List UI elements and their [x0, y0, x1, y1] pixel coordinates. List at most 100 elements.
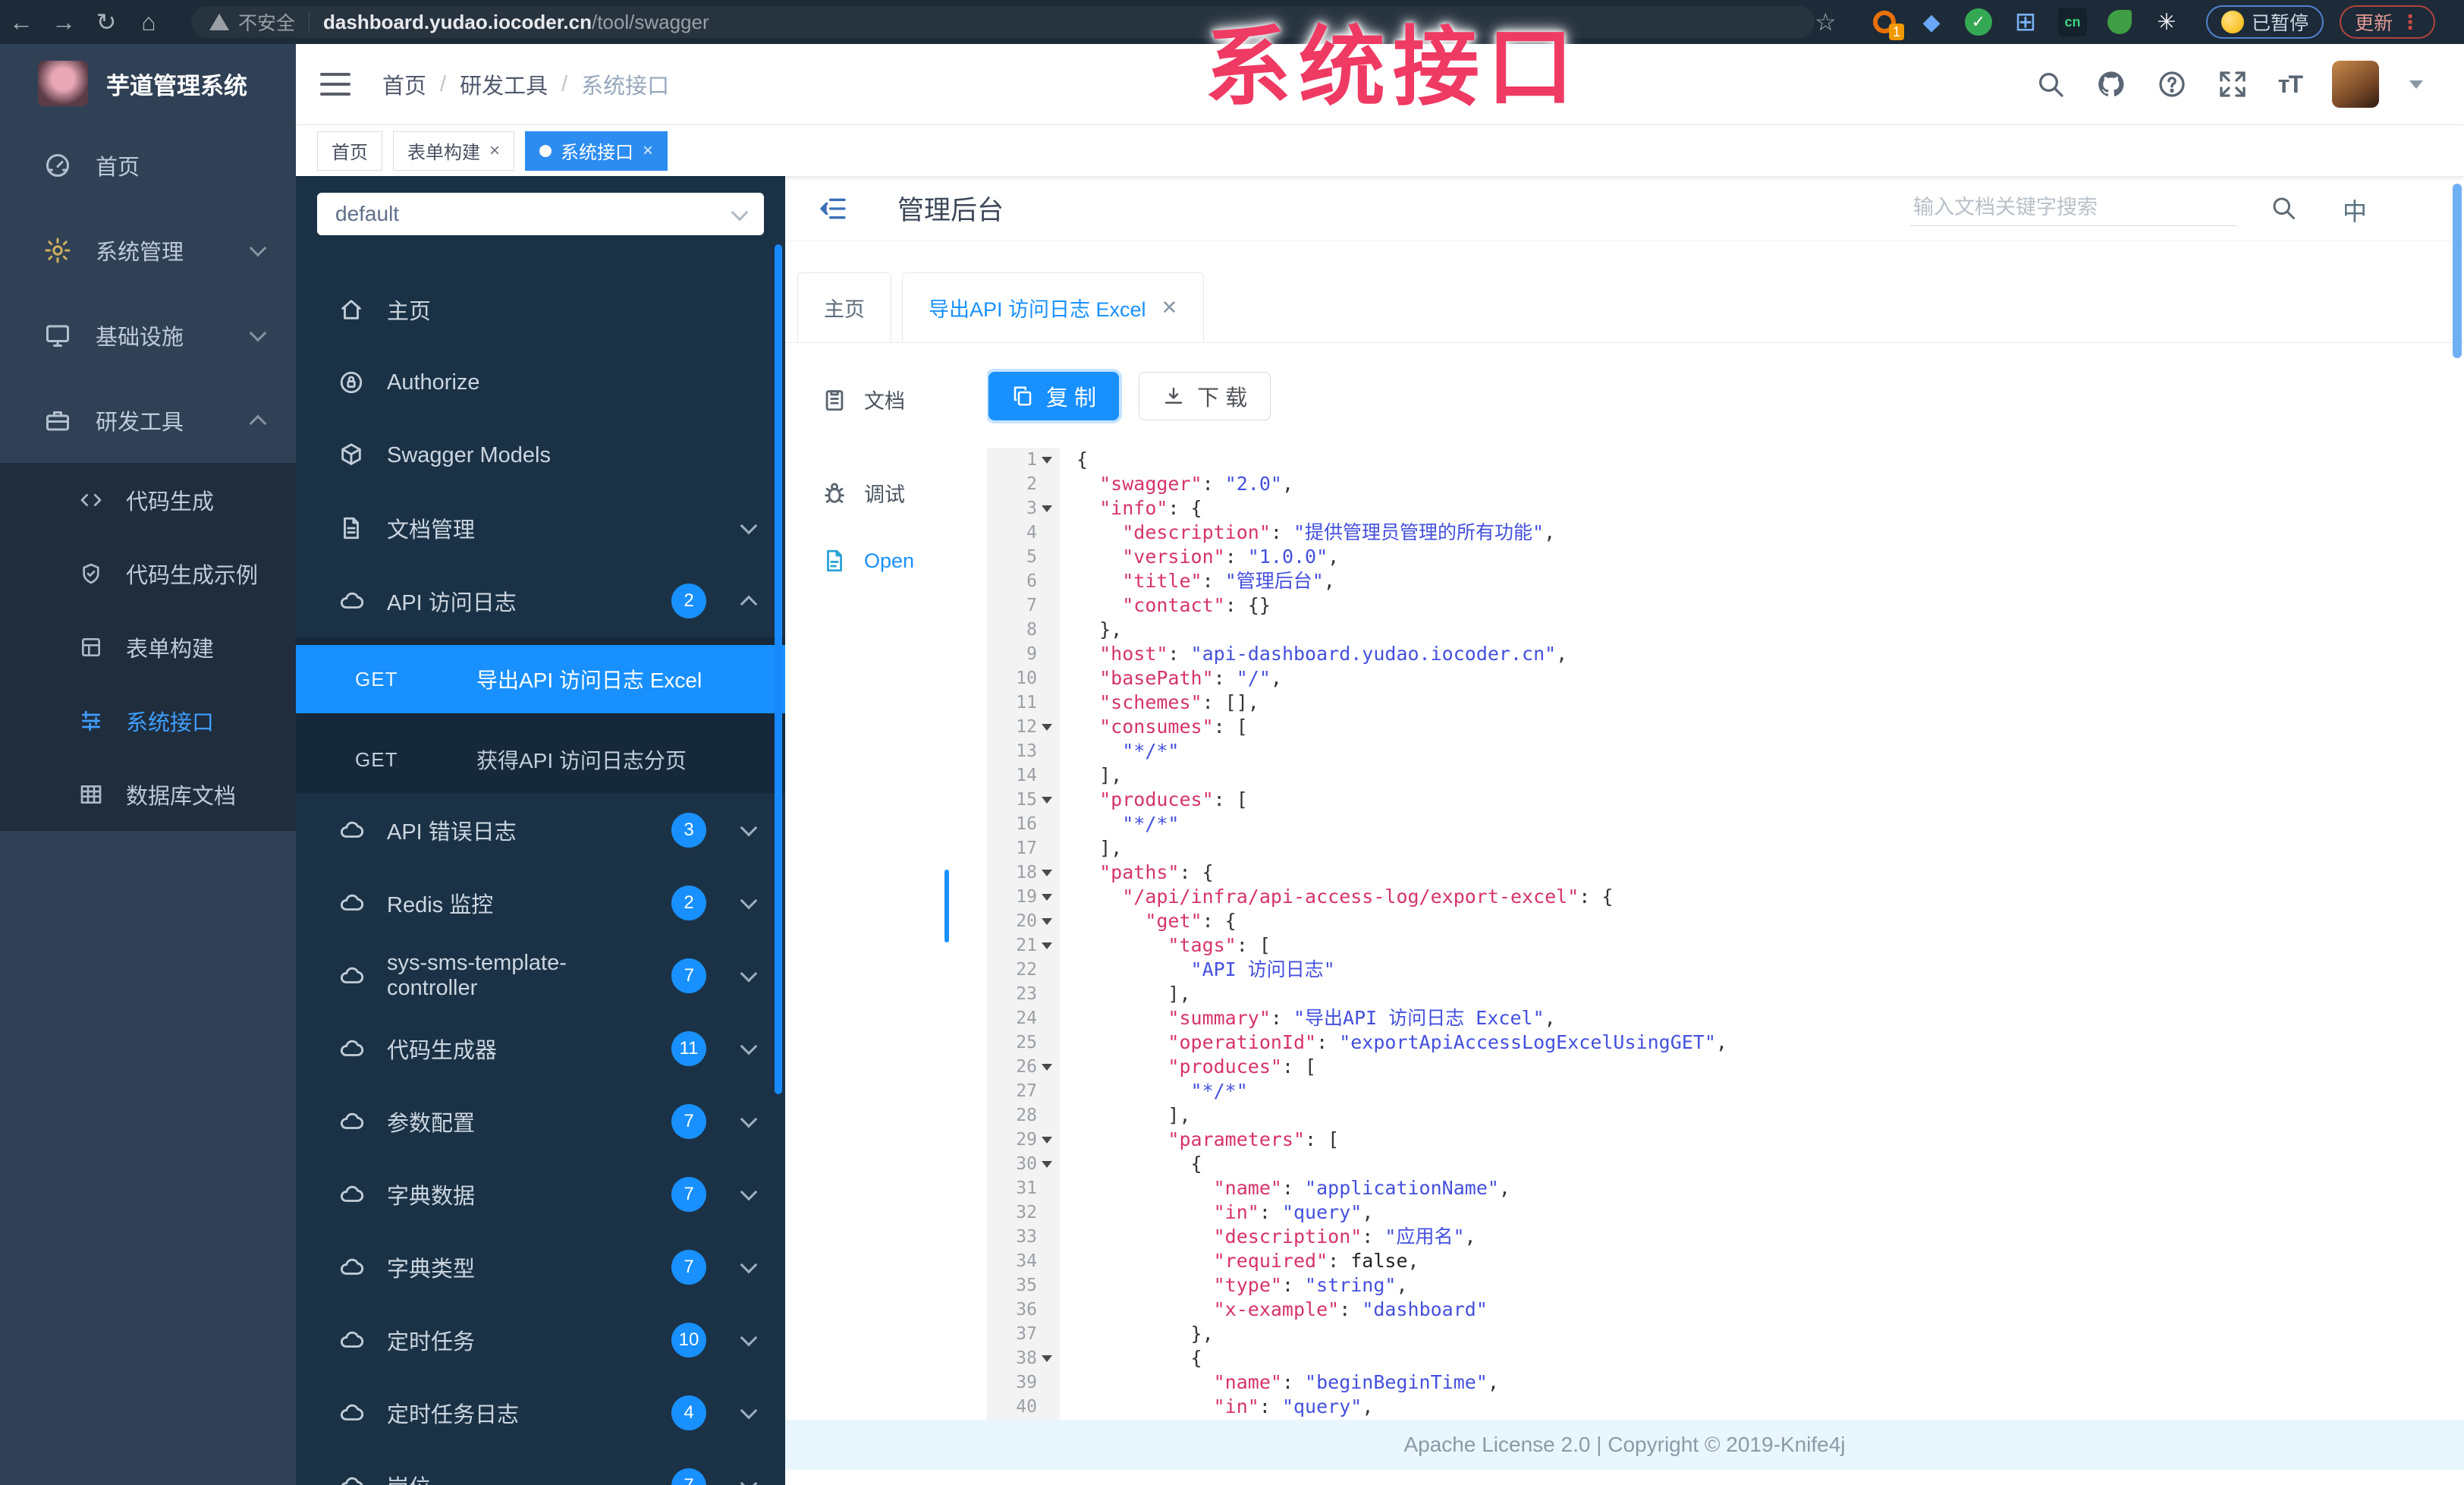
github-icon[interactable] — [2096, 69, 2126, 99]
watermark-label: 系统接口 — [1205, 20, 1582, 116]
line-number: 16 — [1016, 814, 1037, 834]
fold-caret-icon[interactable] — [1042, 918, 1052, 925]
close-icon[interactable]: × — [643, 140, 653, 162]
swagger-item-API 访问日志[interactable]: API 访问日志 2 — [296, 565, 785, 637]
swagger-item-API 错误日志[interactable]: API 错误日志 3 — [296, 794, 785, 867]
fold-caret-icon[interactable] — [1042, 942, 1052, 949]
sidebar-item-系统管理[interactable]: 系统管理 — [0, 208, 296, 293]
endpoint-获得API 访问日志分页[interactable]: GET 获得API 访问日志分页 — [296, 736, 785, 783]
sidebar-subitem-数据库文档[interactable]: 数据库文档 — [0, 757, 296, 831]
hamburger-icon[interactable] — [320, 66, 350, 102]
fold-caret-icon[interactable] — [1042, 505, 1052, 512]
table-icon — [79, 782, 103, 807]
code-editor[interactable]: 1 2 3 4 5 6 7 8 9 10 11 12 13 14 15 16 17 18 19 20 21 22 23 24 2… — [987, 448, 2464, 1420]
doc-tab-导出API 访问日志 Excel[interactable]: 导出API 访问日志 Excel ✕ — [902, 272, 1205, 342]
extension-icon[interactable] — [2103, 5, 2136, 39]
chevron-down-icon[interactable] — [2409, 80, 2423, 89]
browser-reload-icon[interactable]: ↻ — [85, 0, 127, 44]
code-line: "summary": "导出API 访问日志 Excel", — [1168, 1007, 1556, 1029]
menu-fold-icon[interactable] — [816, 193, 850, 224]
not-secure-label[interactable]: 不安全 — [238, 8, 295, 36]
swagger-item-字典类型[interactable]: 字典类型 7 — [296, 1231, 785, 1304]
swagger-item-Authorize[interactable]: Authorize — [296, 346, 785, 419]
extension-icon[interactable]: ✓ — [1962, 5, 1995, 39]
browser-forward-icon[interactable]: → — [42, 0, 85, 44]
mini-nav-调试[interactable]: 调试 — [822, 478, 905, 508]
doc-tab-主页[interactable]: 主页 — [797, 272, 891, 342]
fold-caret-icon[interactable] — [1042, 1355, 1052, 1362]
breadcrumb-item[interactable]: 首页 — [382, 68, 426, 100]
tag-label: 表单构建 — [407, 143, 480, 163]
editor-actions: 复 制 下 载 — [988, 372, 2464, 420]
endpoint-导出API 访问日志 Excel[interactable]: GET 导出API 访问日志 Excel — [296, 645, 785, 713]
swagger-item-定时任务日志[interactable]: 定时任务日志 4 — [296, 1376, 785, 1449]
language-toggle[interactable]: 中 — [2343, 193, 2367, 228]
swagger-item-岗位[interactable]: 岗位 7 — [296, 1449, 785, 1485]
chevron-down-icon — [731, 203, 749, 222]
download-button[interactable]: 下 载 — [1139, 372, 1271, 420]
extension-icon[interactable]: 1 — [1868, 5, 1904, 40]
swagger-item-定时任务[interactable]: 定时任务 10 — [296, 1304, 785, 1376]
sidebar-subitem-表单构建[interactable]: 表单构建 — [0, 610, 296, 684]
sidebar-subitem-代码生成示例[interactable]: 代码生成示例 — [0, 536, 296, 610]
sidebar-item-基础设施[interactable]: 基础设施 — [0, 293, 296, 378]
fold-caret-icon[interactable] — [1042, 724, 1052, 731]
kebab-menu-icon[interactable]: ⋮ — [2400, 11, 2420, 34]
avatar[interactable] — [2332, 61, 2379, 108]
chevron-up-icon — [249, 414, 267, 433]
fold-caret-icon[interactable] — [1042, 1064, 1052, 1071]
swagger-item-代码生成器[interactable]: 代码生成器 11 — [296, 1012, 785, 1085]
breadcrumb-item: 系统接口 — [581, 74, 670, 99]
search-icon[interactable] — [2035, 69, 2066, 99]
fold-caret-icon[interactable] — [1042, 797, 1052, 804]
swagger-item-文档管理[interactable]: 文档管理 — [296, 492, 785, 565]
close-icon[interactable]: ✕ — [1161, 296, 1178, 319]
search-icon[interactable] — [2270, 194, 2297, 222]
app-logo-row[interactable]: 芋道管理系统 — [0, 44, 296, 123]
extension-icon[interactable]: ✳ — [2150, 5, 2183, 39]
browser-back-icon[interactable]: ← — [0, 0, 42, 44]
code-line: }, — [1076, 1323, 1214, 1345]
font-size-icon[interactable]: тT — [2278, 71, 2303, 99]
paused-label: 已暂停 — [2252, 13, 2309, 34]
mini-nav-Open[interactable]: Open — [822, 548, 914, 574]
tag-系统接口[interactable]: 系统接口 × — [525, 131, 668, 171]
content-scrollbar[interactable] — [2453, 184, 2462, 358]
cloud-icon — [338, 1181, 364, 1207]
fold-caret-icon[interactable] — [1042, 1161, 1052, 1168]
swagger-item-label: 参数配置 — [387, 1112, 476, 1136]
fold-caret-icon[interactable] — [1042, 894, 1052, 901]
close-icon[interactable]: × — [489, 140, 500, 162]
bookmark-star-icon[interactable]: ☆ — [1815, 8, 1837, 36]
sidebar-item-研发工具[interactable]: 研发工具 — [0, 378, 296, 463]
group-select[interactable]: default — [317, 193, 764, 235]
extension-icon[interactable]: ◆ — [1915, 5, 1948, 39]
swagger-item-参数配置[interactable]: 参数配置 7 — [296, 1085, 785, 1158]
swagger-item-sys-sms-template-controller[interactable]: sys-sms-template-controller 7 — [296, 939, 785, 1012]
tag-首页[interactable]: 首页 — [317, 131, 382, 171]
fold-caret-icon[interactable] — [1042, 457, 1052, 464]
swagger-item-Swagger Models[interactable]: Swagger Models — [296, 419, 785, 492]
swagger-item-主页[interactable]: 主页 — [296, 273, 785, 346]
breadcrumb-item[interactable]: 研发工具 — [460, 68, 548, 100]
copy-button[interactable]: 复 制 — [988, 372, 1120, 420]
mini-nav-文档[interactable]: 文档 — [822, 385, 905, 414]
swagger-item-Redis 监控[interactable]: Redis 监控 2 — [296, 867, 785, 939]
help-icon[interactable] — [2157, 69, 2187, 99]
tag-表单构建[interactable]: 表单构建 × — [393, 131, 515, 171]
update-chip[interactable]: 更新 ⋮ — [2340, 5, 2436, 39]
extension-icon[interactable]: ⊞ — [2009, 5, 2042, 39]
extension-icon[interactable]: cn — [2056, 5, 2089, 39]
sidebar-item-首页[interactable]: 首页 — [0, 123, 296, 208]
doc-search-input[interactable] — [1910, 190, 2236, 226]
browser-home-icon[interactable]: ⌂ — [127, 0, 170, 44]
paused-chip[interactable]: 已暂停 — [2206, 5, 2324, 39]
fold-caret-icon[interactable] — [1042, 1137, 1052, 1144]
sidebar-subitem-系统接口[interactable]: 系统接口 — [0, 684, 296, 757]
fullscreen-icon[interactable] — [2217, 69, 2248, 99]
swagger-item-字典数据[interactable]: 字典数据 7 — [296, 1158, 785, 1231]
sidebar-subitem-代码生成[interactable]: 代码生成 — [0, 463, 296, 536]
fold-caret-icon[interactable] — [1042, 870, 1052, 876]
sidebar-scrollbar[interactable] — [775, 244, 782, 1094]
gear-icon — [44, 237, 71, 264]
